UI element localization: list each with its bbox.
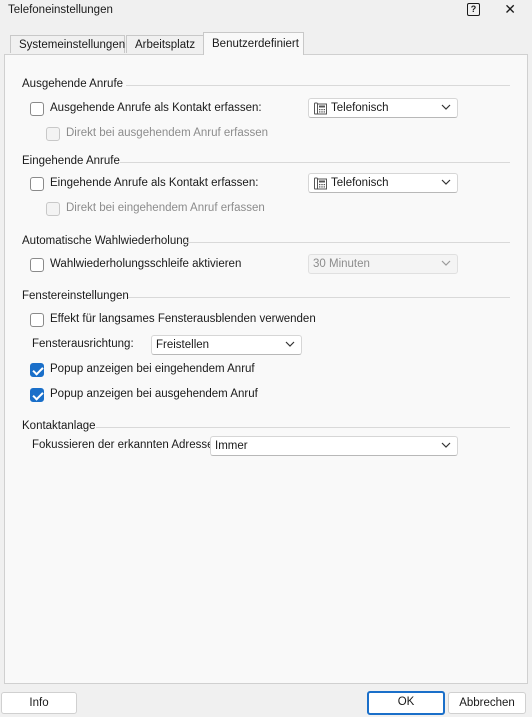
info-button[interactable]: Info bbox=[1, 692, 77, 714]
ok-button[interactable]: OK bbox=[367, 691, 445, 715]
popup-incoming-checkbox[interactable] bbox=[30, 363, 44, 377]
alignment-label: Fensterausrichtung: bbox=[32, 338, 134, 350]
window-title: Telefoneinstellungen bbox=[8, 4, 113, 16]
outgoing-capture-checkbox[interactable] bbox=[30, 102, 44, 116]
group-title-redial: Automatische Wahlwiederholung bbox=[22, 235, 190, 247]
outgoing-mode-select[interactable]: Telefonisch bbox=[308, 98, 458, 118]
focus-address-value: Immer bbox=[215, 440, 248, 452]
cancel-button[interactable]: Abbrechen bbox=[448, 692, 526, 714]
phone-icon bbox=[314, 102, 327, 115]
group-divider bbox=[96, 427, 510, 428]
tab-arbeitsplatz[interactable]: Arbeitsplatz bbox=[126, 35, 204, 53]
incoming-capture-label: Eingehende Anrufe als Kontakt erfassen: bbox=[50, 177, 259, 189]
close-icon[interactable]: ✕ bbox=[504, 1, 516, 18]
group-title-contact: Kontaktanlage bbox=[22, 420, 96, 432]
popup-incoming-label: Popup anzeigen bei eingehendem Anruf bbox=[50, 363, 255, 375]
alignment-value: Freistellen bbox=[156, 339, 210, 351]
incoming-mode-select[interactable]: Telefonisch bbox=[308, 173, 458, 193]
chevron-down-icon bbox=[441, 104, 451, 110]
group-divider bbox=[184, 242, 510, 243]
tab-systemeinstellungen[interactable]: Systemeinstellungen bbox=[10, 35, 125, 53]
incoming-direct-checkbox[interactable] bbox=[46, 202, 60, 216]
focus-address-label: Fokussieren der erkannten Adresse: bbox=[32, 439, 217, 451]
group-title-outgoing: Ausgehende Anrufe bbox=[22, 78, 124, 90]
chevron-down-icon bbox=[441, 442, 451, 448]
outgoing-capture-label: Ausgehende Anrufe als Kontakt erfassen: bbox=[50, 102, 262, 114]
chevron-down-icon bbox=[285, 341, 295, 347]
group-divider bbox=[126, 85, 510, 86]
incoming-mode-value: Telefonisch bbox=[331, 177, 389, 189]
incoming-capture-checkbox[interactable] bbox=[30, 177, 44, 191]
focus-address-select[interactable]: Immer bbox=[210, 436, 458, 456]
popup-outgoing-checkbox[interactable] bbox=[30, 388, 44, 402]
redial-interval-value: 30 Minuten bbox=[313, 258, 370, 270]
redial-interval-select[interactable]: 30 Minuten bbox=[308, 254, 458, 274]
phone-icon bbox=[314, 177, 327, 190]
outgoing-direct-label: Direkt bei ausgehendem Anruf erfassen bbox=[66, 127, 269, 139]
fade-effect-label: Effekt für langsames Fensterausblenden v… bbox=[50, 313, 316, 325]
group-divider bbox=[128, 297, 510, 298]
outgoing-mode-value: Telefonisch bbox=[331, 102, 389, 114]
group-divider bbox=[120, 162, 510, 163]
redial-loop-label: Wahlwiederholungsschleife aktivieren bbox=[50, 258, 242, 270]
redial-loop-checkbox[interactable] bbox=[30, 258, 44, 272]
incoming-direct-label: Direkt bei eingehendem Anruf erfassen bbox=[66, 202, 265, 214]
help-icon[interactable]: ? bbox=[467, 3, 480, 16]
popup-outgoing-label: Popup anzeigen bei ausgehendem Anruf bbox=[50, 388, 258, 400]
chevron-down-icon bbox=[441, 179, 451, 185]
tab-benutzerdefiniert[interactable]: Benutzerdefiniert bbox=[203, 32, 304, 55]
group-title-incoming: Eingehende Anrufe bbox=[22, 155, 120, 167]
fade-effect-checkbox[interactable] bbox=[30, 313, 44, 327]
alignment-select[interactable]: Freistellen bbox=[151, 335, 302, 355]
outgoing-direct-checkbox[interactable] bbox=[46, 127, 60, 141]
chevron-down-icon bbox=[441, 260, 451, 266]
group-title-window: Fenstereinstellungen bbox=[22, 290, 129, 302]
